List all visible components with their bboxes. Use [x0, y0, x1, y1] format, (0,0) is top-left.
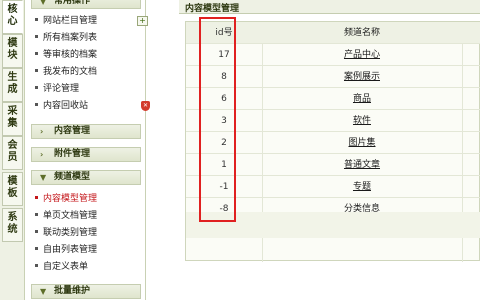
bullet-icon: [35, 52, 38, 55]
group-channel[interactable]: ▼ 频道模型: [31, 170, 141, 185]
bullet-icon: [35, 196, 38, 199]
bullet-icon: [35, 103, 38, 106]
tab-template-label: 模板: [7, 176, 18, 199]
menu-item-content-model[interactable]: 内容模型管理: [35, 193, 97, 206]
bullet-icon: [35, 264, 38, 267]
tab-module[interactable]: 模块: [2, 34, 23, 68]
chevron-right-icon: ›: [40, 150, 44, 159]
tab-core-label: 核心: [7, 4, 18, 27]
menu-item-label: 内容模型管理: [43, 194, 98, 204]
menu-item-label: 评论管理: [43, 84, 80, 94]
menu-item-label: 自由列表管理: [43, 245, 98, 255]
tab-collect-label: 采集: [7, 106, 18, 129]
group-common-label: 常用操作: [54, 0, 91, 6]
page-title: 内容模型管理: [185, 4, 240, 14]
row-channel-link[interactable]: 软件: [286, 110, 438, 132]
chevron-right-icon: ›: [40, 127, 44, 136]
bullet-icon: [35, 18, 38, 21]
menu-item-custom-form[interactable]: 自定义表单: [35, 261, 88, 274]
chevron-down-icon: ▼: [40, 0, 47, 6]
tab-module-label: 模块: [7, 38, 18, 61]
bullet-icon: [35, 230, 38, 233]
side-menu: ▼ 常用操作 网站栏目管理 + 所有档案列表 等审核的档案 我发布的文档 评论管…: [25, 0, 150, 300]
row-channel-link[interactable]: 图片集: [286, 132, 438, 154]
tab-generate[interactable]: 生成: [2, 68, 23, 102]
main-content: 内容模型管理 id号 频道名称 17 产品中心 8 案例展示 6 商品 3 软件…: [179, 0, 480, 300]
menu-item-recycle-bin[interactable]: 内容回收站: [35, 100, 88, 113]
bullet-icon: [35, 213, 38, 216]
group-batch-label: 批量维护: [54, 286, 91, 296]
menu-item-single-page[interactable]: 单页文档管理: [35, 210, 97, 223]
menu-item-label: 所有档案列表: [43, 33, 98, 43]
row-channel-link[interactable]: 产品中心: [286, 44, 438, 66]
row-channel-link[interactable]: 专题: [286, 176, 438, 198]
menu-item-all-archives[interactable]: 所有档案列表: [35, 32, 97, 45]
tab-system[interactable]: 系统: [2, 208, 23, 242]
group-content-label: 内容管理: [54, 126, 91, 136]
module-tab-strip: 核心 模块 生成 采集 会员 模板 系统: [0, 0, 25, 300]
tab-member-label: 会员: [7, 140, 18, 163]
menu-item-label: 联动类别管理: [43, 228, 98, 238]
row-channel-link[interactable]: 商品: [286, 88, 438, 110]
shield-icon[interactable]: ✕: [141, 101, 150, 111]
menu-item-pending-archives[interactable]: 等审核的档案: [35, 49, 97, 62]
menu-item-label: 自定义表单: [43, 262, 89, 272]
tab-generate-label: 生成: [7, 72, 18, 95]
content-title-bar: 内容模型管理: [179, 0, 480, 14]
tab-member[interactable]: 会员: [2, 136, 23, 170]
tab-collect[interactable]: 采集: [2, 102, 23, 136]
menu-item-free-list[interactable]: 自由列表管理: [35, 244, 97, 257]
header-channel-name: 频道名称: [343, 28, 380, 38]
group-common[interactable]: ▼ 常用操作: [31, 0, 141, 9]
chevron-down-icon: ▼: [40, 173, 47, 182]
group-attachment-label: 附件管理: [54, 149, 91, 159]
bullet-icon: [35, 86, 38, 89]
menu-item-label: 网站栏目管理: [43, 16, 98, 26]
menu-item-linked-category[interactable]: 联动类别管理: [35, 227, 97, 240]
menu-item-label: 内容回收站: [43, 101, 89, 111]
menu-item-column-manage[interactable]: 网站栏目管理: [35, 15, 97, 28]
tab-template[interactable]: 模板: [2, 172, 23, 206]
bullet-icon: [35, 247, 38, 250]
group-content[interactable]: › 内容管理: [31, 124, 141, 139]
row-channel-link[interactable]: 普通文章: [286, 154, 438, 176]
group-channel-label: 频道模型: [54, 172, 91, 182]
group-batch[interactable]: ▼ 批量维护: [31, 284, 141, 299]
menu-item-my-documents[interactable]: 我发布的文档: [35, 66, 97, 79]
menu-item-comments[interactable]: 评论管理: [35, 83, 79, 96]
chevron-down-icon: ▼: [40, 287, 47, 296]
menu-item-label: 等审核的档案: [43, 50, 98, 60]
group-attachment[interactable]: › 附件管理: [31, 147, 141, 162]
row-channel-link[interactable]: 案例展示: [286, 66, 438, 88]
tab-system-label: 系统: [7, 212, 18, 235]
add-column-icon[interactable]: +: [137, 16, 148, 26]
menu-item-label: 我发布的文档: [43, 67, 98, 77]
id-column-highlight: [199, 17, 236, 222]
bullet-icon: [35, 35, 38, 38]
tab-core[interactable]: 核心: [2, 0, 23, 34]
bullet-icon: [35, 69, 38, 72]
menu-item-label: 单页文档管理: [43, 211, 98, 221]
